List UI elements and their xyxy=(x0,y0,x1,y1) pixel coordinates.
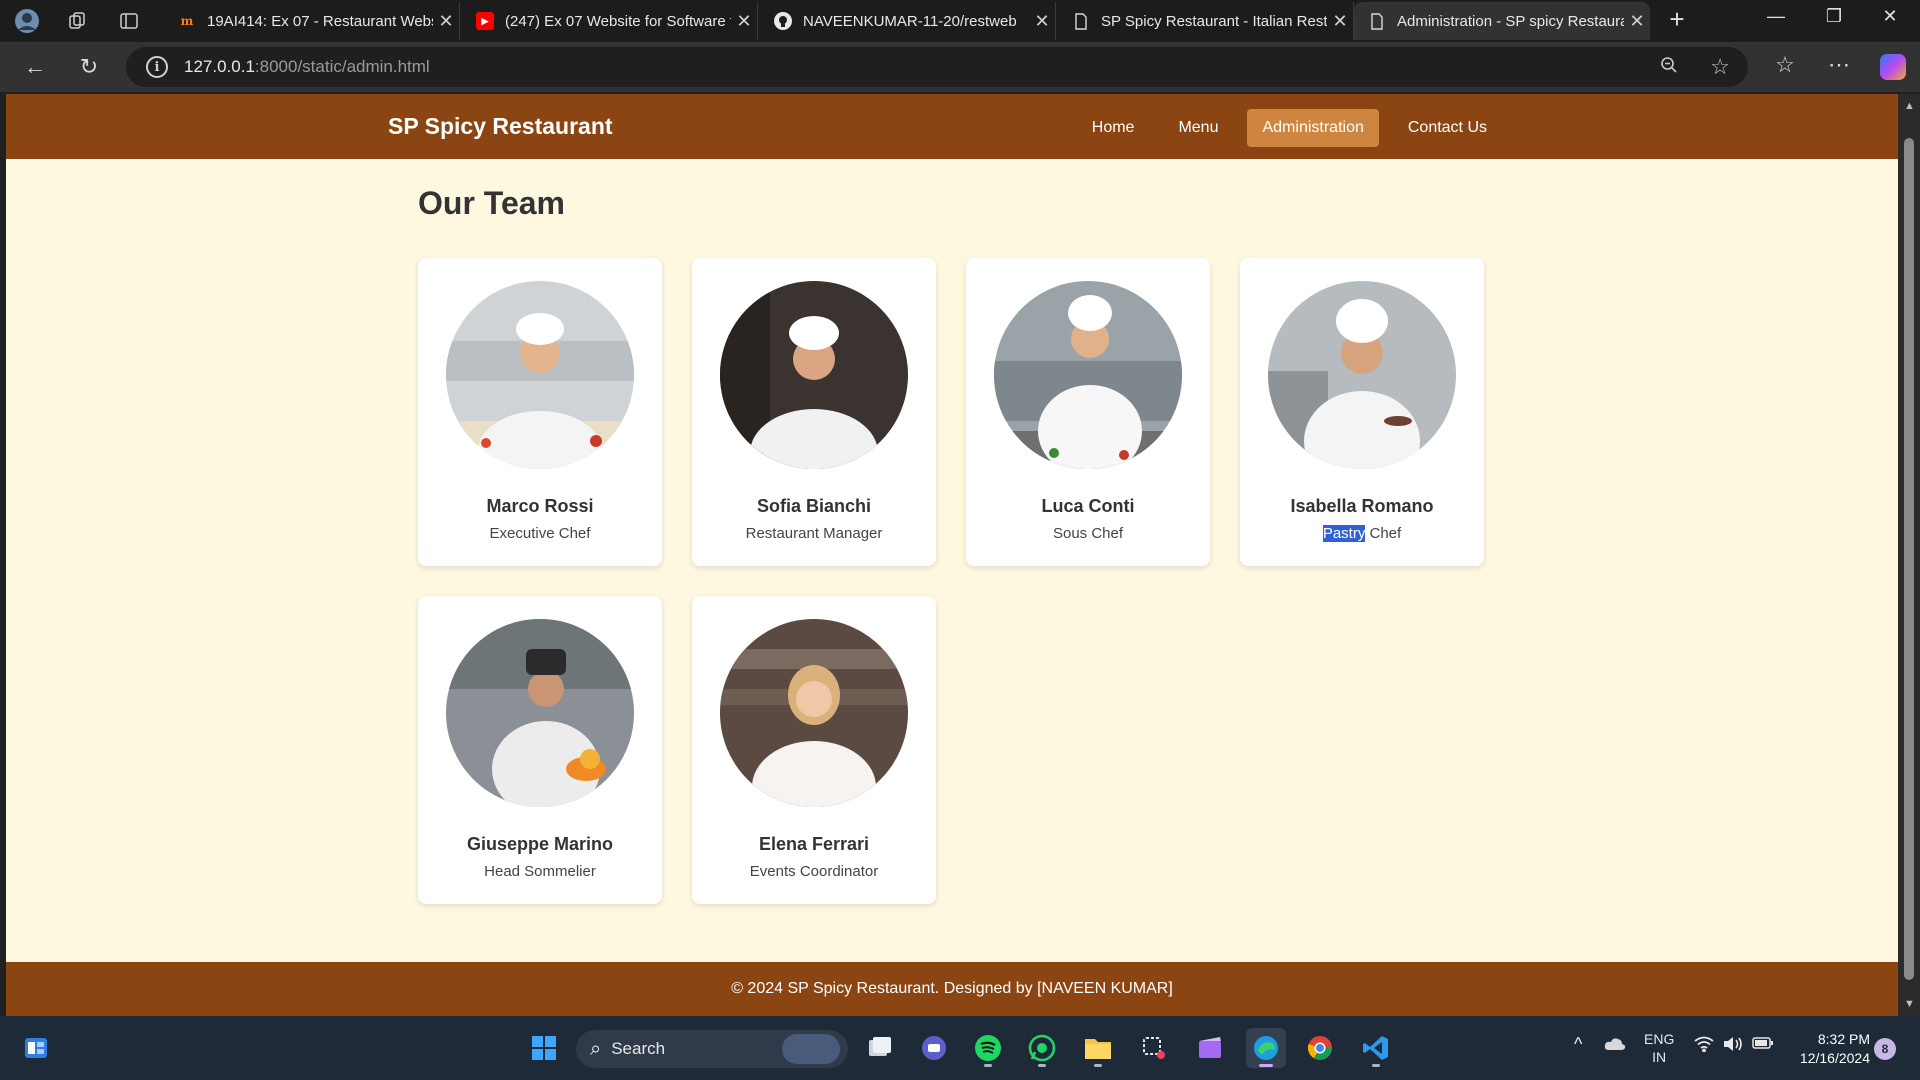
scrollbar-thumb[interactable] xyxy=(1904,138,1914,980)
close-window-button[interactable]: ✕ xyxy=(1862,6,1918,27)
team-photo xyxy=(720,619,908,807)
search-highlight-icon xyxy=(782,1034,840,1064)
wifi-icon[interactable] xyxy=(1694,1036,1714,1056)
team-member-role: Executive Chef xyxy=(489,525,591,542)
team-card: Luca Conti Sous Chef xyxy=(966,258,1210,566)
team-member-name: Elena Ferrari xyxy=(758,834,870,854)
team-member-role: Pastry Chef xyxy=(1322,525,1402,542)
team-photo xyxy=(720,281,908,469)
volume-icon[interactable] xyxy=(1722,1036,1744,1056)
widgets-icon[interactable] xyxy=(16,1028,56,1068)
team-member-name: Luca Conti xyxy=(1041,496,1135,516)
url-field[interactable]: i 127.0.0.1:8000/static/admin.html ☆ xyxy=(126,47,1748,87)
team-member-role: Sous Chef xyxy=(1052,525,1124,542)
youtube-icon: ▶ xyxy=(476,12,494,30)
page-scrollbar[interactable]: ▲ ▼ xyxy=(1898,94,1920,1016)
close-icon[interactable]: ✕ xyxy=(731,11,757,32)
site-nav: Home Menu Administration Contact Us xyxy=(1077,109,1502,147)
team-member-name: Sofia Bianchi xyxy=(756,496,872,516)
task-view-icon[interactable] xyxy=(860,1028,900,1068)
start-icon[interactable] xyxy=(524,1028,564,1068)
more-menu-icon[interactable]: ⋯ xyxy=(1822,52,1856,78)
refresh-icon[interactable]: ↻ xyxy=(72,51,106,83)
spotify-icon[interactable] xyxy=(968,1028,1008,1068)
page-title: Our Team xyxy=(418,185,565,221)
team-card: Giuseppe Marino Head Sommelier xyxy=(418,596,662,904)
site-footer: © 2024 SP Spicy Restaurant. Designed by … xyxy=(6,962,1898,1016)
team-photo xyxy=(994,281,1182,469)
whatsapp-icon[interactable] xyxy=(1022,1028,1062,1068)
tab-administration[interactable]: Administration - SP spicy Restaura ✕ xyxy=(1354,2,1650,40)
system-clock[interactable]: 8:32 PM 12/16/2024 xyxy=(1790,1030,1870,1068)
team-member-name: Marco Rossi xyxy=(486,496,594,516)
vscode-icon[interactable] xyxy=(1356,1028,1396,1068)
team-member-name: Giuseppe Marino xyxy=(466,834,614,854)
browser-tab-bar: m 19AI414: Ex 07 - Restaurant Webs ✕ ▶ (… xyxy=(0,0,1920,42)
vertical-tabs-icon[interactable] xyxy=(114,6,144,36)
address-bar-row: ← ↻ i 127.0.0.1:8000/static/admin.html ☆… xyxy=(0,42,1920,92)
team-photo xyxy=(1268,281,1456,469)
team-card: Elena Ferrari Events Coordinator xyxy=(692,596,936,904)
taskbar-search[interactable]: ⌕ Search xyxy=(576,1030,848,1068)
team-member-name: Isabella Romano xyxy=(1290,496,1434,516)
page-viewport: SP Spicy Restaurant Home Menu Administra… xyxy=(6,94,1898,1016)
tab-spicy-home[interactable]: SP Spicy Restaurant - Italian Resta ✕ xyxy=(1058,2,1354,40)
team-photo xyxy=(446,619,634,807)
site-brand[interactable]: SP Spicy Restaurant xyxy=(388,113,613,140)
team-card: Marco Rossi Executive Chef xyxy=(418,258,662,566)
close-icon[interactable]: ✕ xyxy=(1029,11,1055,32)
tab-github[interactable]: NAVEENKUMAR-11-20/restweb ✕ xyxy=(760,2,1056,40)
selected-text: Pastry xyxy=(1322,525,1366,542)
windows-taskbar: ⌕ Search ^ ENG IN 8:32 PM 12/16/2024 8 xyxy=(0,1016,1920,1080)
nav-menu[interactable]: Menu xyxy=(1163,109,1233,147)
close-icon[interactable]: ✕ xyxy=(1327,11,1353,32)
site-info-icon[interactable]: i xyxy=(146,56,168,78)
edge-icon[interactable] xyxy=(1246,1028,1286,1068)
chevron-up-icon[interactable]: ^ xyxy=(1574,1034,1582,1055)
new-tab-button[interactable]: + xyxy=(1660,4,1694,35)
battery-icon[interactable] xyxy=(1752,1036,1774,1054)
team-card: Isabella Romano Pastry Chef xyxy=(1240,258,1484,566)
file-explorer-icon[interactable] xyxy=(1078,1028,1118,1068)
scroll-down-icon[interactable]: ▼ xyxy=(1904,998,1915,1010)
tab-moodle[interactable]: m 19AI414: Ex 07 - Restaurant Webs ✕ xyxy=(164,2,460,40)
favorite-star-icon[interactable]: ☆ xyxy=(1710,54,1730,80)
page-icon xyxy=(1072,12,1090,30)
notification-badge[interactable]: 8 xyxy=(1874,1038,1896,1060)
profile-avatar[interactable] xyxy=(12,6,42,36)
back-arrow-icon[interactable]: ← xyxy=(18,51,52,83)
favorites-icon[interactable]: ☆ xyxy=(1768,52,1802,78)
teams-icon[interactable] xyxy=(914,1028,954,1068)
nav-home[interactable]: Home xyxy=(1077,109,1150,147)
tab-youtube[interactable]: ▶ (247) Ex 07 Website for Software f ✕ xyxy=(462,2,758,40)
close-icon[interactable]: ✕ xyxy=(433,11,459,32)
team-member-role: Head Sommelier xyxy=(484,863,596,880)
scroll-up-icon[interactable]: ▲ xyxy=(1904,100,1915,112)
github-icon xyxy=(774,12,792,30)
site-header: SP Spicy Restaurant Home Menu Administra… xyxy=(6,94,1898,159)
nav-administration[interactable]: Administration xyxy=(1247,109,1379,147)
workspaces-icon[interactable] xyxy=(62,6,92,36)
page-icon xyxy=(1368,12,1386,30)
chrome-icon[interactable] xyxy=(1300,1028,1340,1068)
team-section: Our Team Marco Rossi Executive Chef Sofi… xyxy=(418,185,1518,904)
team-member-role: Events Coordinator xyxy=(749,863,879,880)
search-icon: ⌕ xyxy=(590,1037,602,1060)
nav-contact[interactable]: Contact Us xyxy=(1393,109,1502,147)
moodle-icon: m xyxy=(180,14,194,28)
onedrive-icon[interactable] xyxy=(1604,1036,1626,1056)
language-indicator[interactable]: ENG IN xyxy=(1644,1030,1674,1066)
clipchamp-icon[interactable] xyxy=(1190,1028,1230,1068)
minimize-button[interactable]: — xyxy=(1748,6,1804,27)
team-grid: Marco Rossi Executive Chef Sofia Bianchi… xyxy=(418,258,1518,904)
close-icon[interactable]: ✕ xyxy=(1624,11,1650,32)
url-text[interactable]: 127.0.0.1:8000/static/admin.html xyxy=(184,57,430,77)
copilot-icon[interactable] xyxy=(1880,54,1906,80)
team-photo xyxy=(446,281,634,469)
team-member-role: Restaurant Manager xyxy=(745,525,883,542)
team-card: Sofia Bianchi Restaurant Manager xyxy=(692,258,936,566)
zoom-icon[interactable] xyxy=(1660,56,1678,79)
snipping-tool-icon[interactable] xyxy=(1134,1028,1174,1068)
restore-button[interactable]: ❐ xyxy=(1806,6,1862,27)
